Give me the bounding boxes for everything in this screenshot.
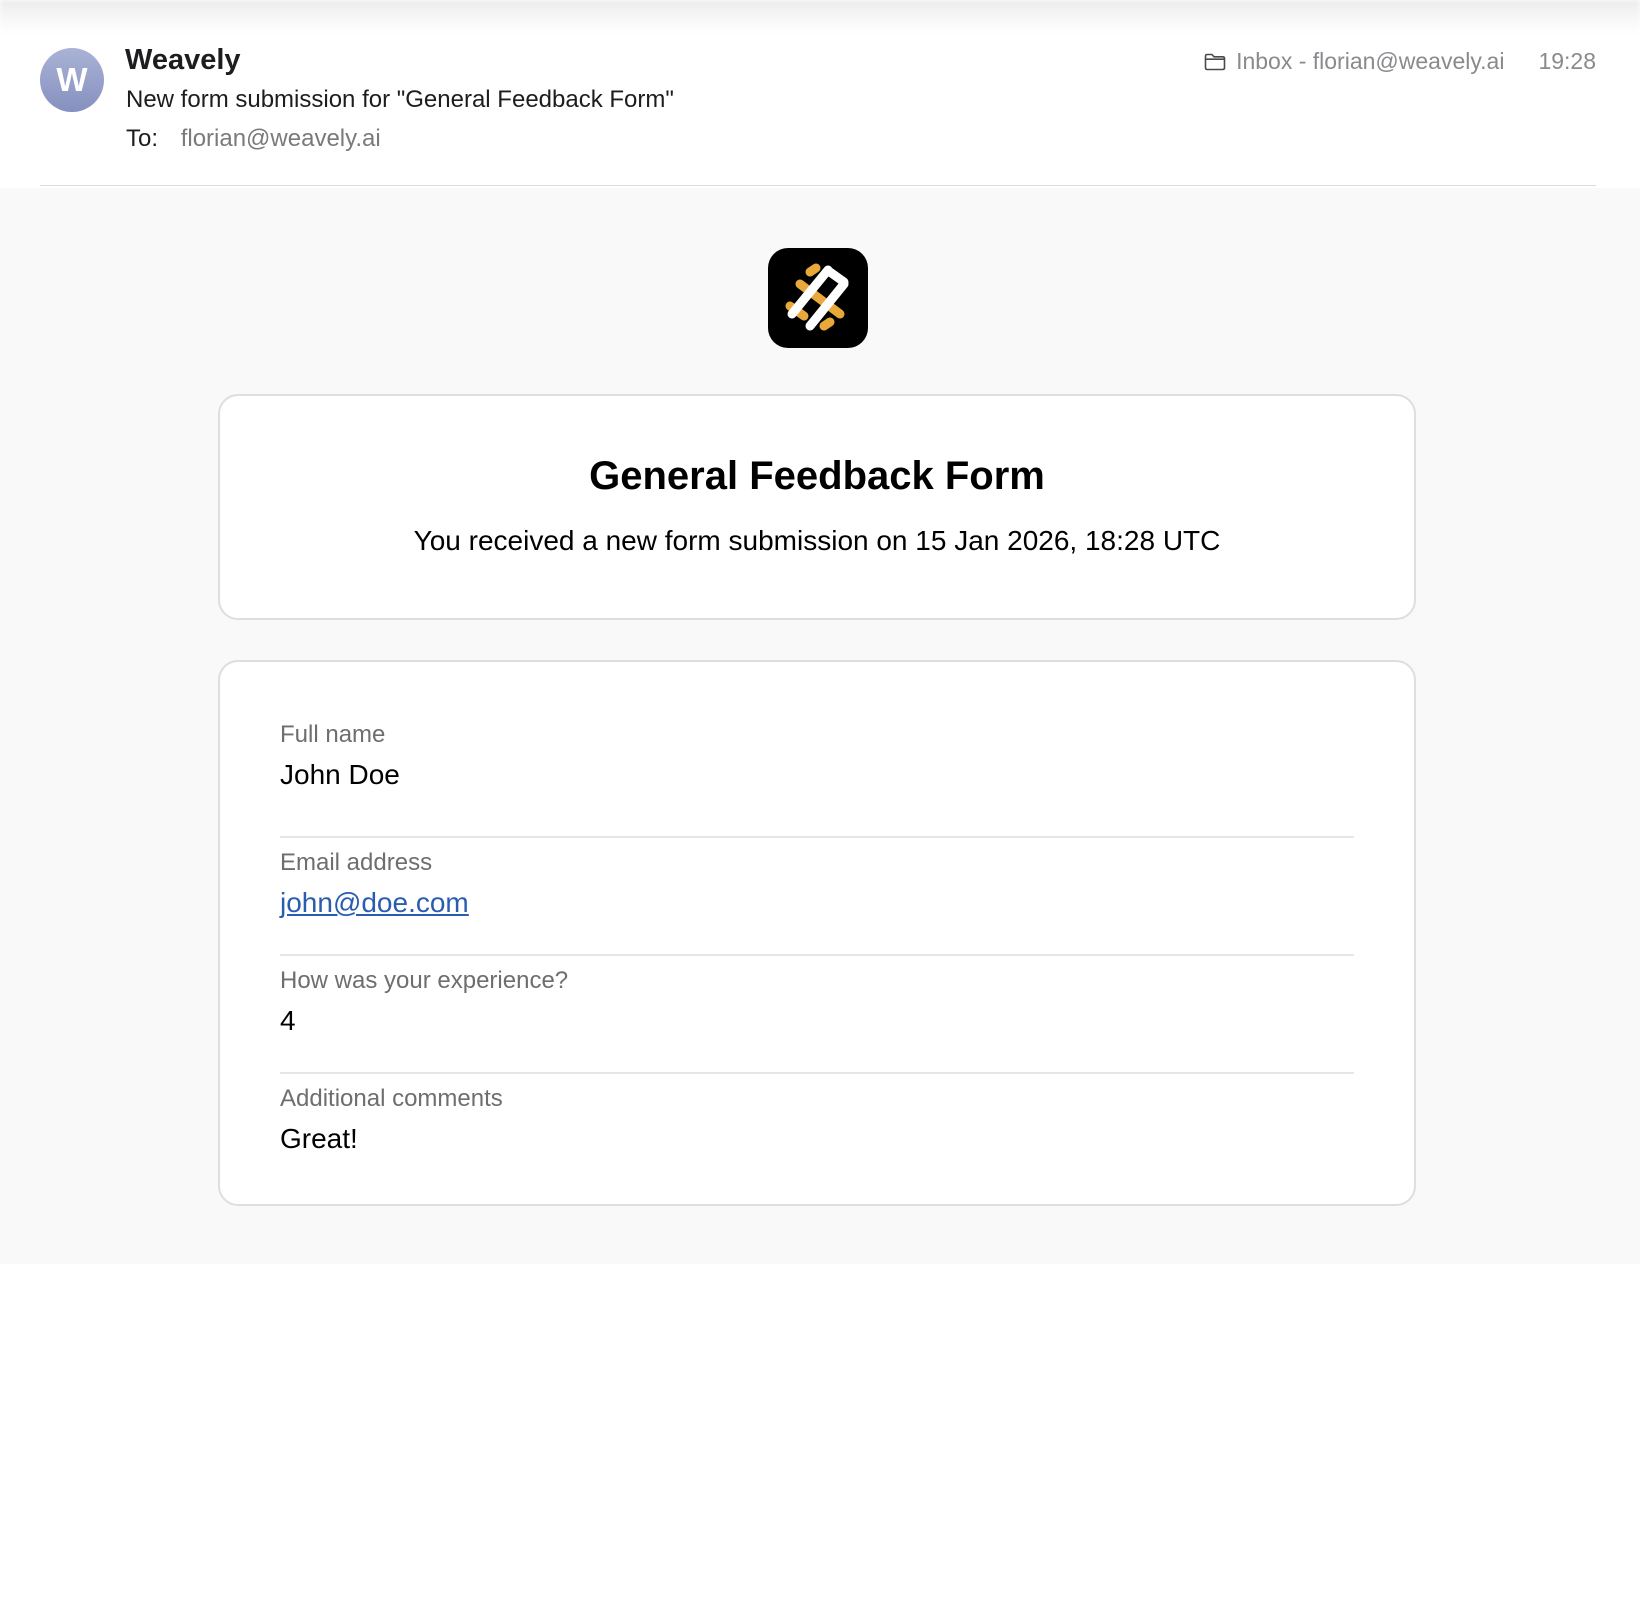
field-additional-comments: Additional comments Great! xyxy=(280,1074,1354,1192)
folder-icon xyxy=(1204,53,1226,70)
sender-name[interactable]: Weavely xyxy=(125,44,241,77)
field-email-address: Email address john@doe.com xyxy=(280,838,1354,956)
form-fields-card: Full name John Doe Email address john@do… xyxy=(218,660,1416,1206)
field-value: Great! xyxy=(280,1123,358,1154)
mailbox-label[interactable]: Inbox - florian@weavely.ai xyxy=(1236,48,1504,75)
logo-mark-icon xyxy=(785,263,849,331)
field-experience: How was your experience? 4 xyxy=(280,956,1354,1074)
recipient-row: To: florian@weavely.ai xyxy=(126,125,381,153)
field-value: John Doe xyxy=(280,759,400,790)
received-time: 19:28 xyxy=(1538,48,1596,74)
email-meta: Inbox - florian@weavely.ai 19:28 xyxy=(1204,48,1596,75)
field-label: Additional comments xyxy=(280,1085,503,1112)
avatar: W xyxy=(40,48,104,112)
field-full-name: Full name John Doe xyxy=(280,720,1354,838)
form-title: General Feedback Form xyxy=(589,454,1045,498)
field-label: Email address xyxy=(280,849,433,876)
field-label: How was your experience? xyxy=(280,967,569,994)
recipient-address[interactable]: florian@weavely.ai xyxy=(181,125,381,152)
field-label: Full name xyxy=(280,721,386,748)
email-subject: New form submission for "General Feedbac… xyxy=(126,86,674,113)
submission-info: You received a new form submission on 15… xyxy=(413,525,1221,556)
header-divider xyxy=(40,185,1596,186)
to-label: To: xyxy=(126,125,159,152)
form-title-card: General Feedback Form You received a new… xyxy=(218,394,1416,620)
email-header: W Weavely New form submission for "Gener… xyxy=(0,0,1640,188)
field-value: 4 xyxy=(280,1005,296,1036)
weavely-logo xyxy=(768,248,868,348)
email-link[interactable]: john@doe.com xyxy=(280,886,1354,920)
